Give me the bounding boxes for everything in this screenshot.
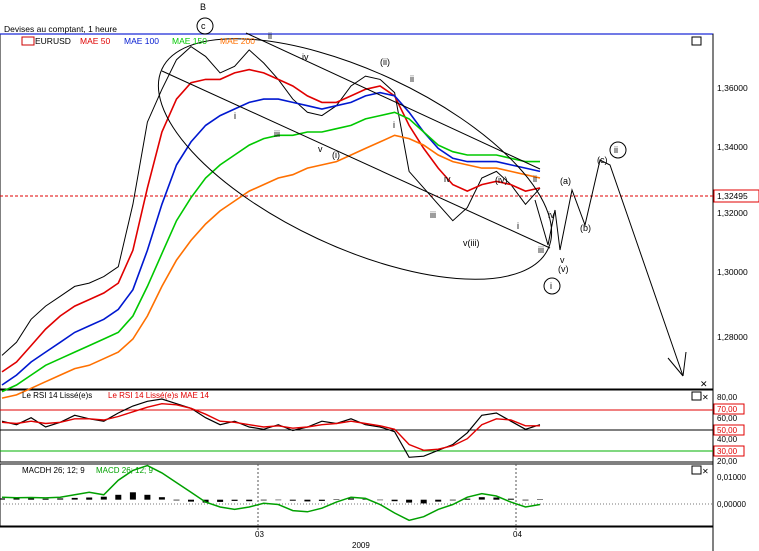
wave-label: ii [533, 174, 537, 184]
wave-label: iv [444, 174, 451, 184]
macd-histogram-bar [522, 499, 529, 501]
legend-macdh: MACDH 26; 12; 9 [22, 466, 85, 475]
wave-label: (b) [580, 223, 591, 233]
macd-histogram-bar [260, 499, 267, 501]
price-panel-frame [0, 33, 714, 390]
wave-label: B [200, 2, 206, 12]
rsi-maximize-icon[interactable] [691, 391, 702, 401]
wave-label: (v) [558, 264, 569, 274]
macd-histogram-bar [115, 494, 122, 500]
macd-histogram-bar [217, 499, 224, 502]
wave-label: ii [410, 74, 414, 84]
rsi-level-30: 30,00 [717, 447, 738, 456]
legend-macd: MACD 26; 12; 9 [96, 466, 153, 475]
macd-histogram-bar [144, 494, 151, 500]
macd-histogram-bar [42, 498, 49, 500]
current-price-label: 1,32495 [717, 191, 748, 201]
price-tick: 1,28000 [717, 332, 748, 342]
wave-label: iv [548, 210, 555, 220]
wave-label: iv [302, 52, 309, 62]
wave-label: (a) [560, 176, 571, 186]
macd-histogram-bar [478, 497, 485, 500]
macd-histogram-bar [0, 498, 5, 500]
x-year: 2009 [352, 541, 370, 550]
wave-label: (c) [597, 155, 608, 165]
price-tick: 1,30000 [717, 267, 748, 277]
macd-histogram-bar [57, 498, 64, 500]
legend-mae200: MAE 200 [220, 36, 255, 46]
wave-label: iii [430, 210, 436, 220]
legend-mae50: MAE 50 [80, 36, 111, 46]
wave-label: i [234, 111, 236, 121]
macd-histogram-bar [537, 499, 543, 500]
legend-mae100: MAE 100 [124, 36, 159, 46]
macd-histogram-bar [100, 496, 107, 500]
rsi-level-50: 50,00 [717, 426, 738, 435]
rsi-tick: 40,00 [717, 435, 738, 444]
macd-histogram-bar [304, 499, 311, 502]
wave-label: (i) [332, 150, 340, 160]
x-tick: 04 [513, 530, 522, 539]
eurusd-chart: B c ii iv (ii) ii i iii v (i) i iv iii v… [0, 2, 759, 551]
wave-label: v [318, 144, 323, 154]
wave-label: v(iii) [463, 238, 480, 248]
price-tick: 1,36000 [717, 83, 748, 93]
macd-histogram-bar [289, 499, 296, 501]
macd-histogram-bar [129, 492, 136, 500]
rsi-tick: 60,00 [717, 414, 738, 423]
macd-histogram-bar [333, 499, 340, 500]
macd-histogram-bar [406, 499, 413, 503]
legend-rsi-mae: Le RSI 14 Lissé(e)s MAE 14 [108, 391, 209, 400]
macd-histogram-bar [71, 497, 78, 500]
macd-histogram-bar [158, 497, 165, 500]
macd-histogram-bar [86, 497, 93, 500]
close-icon[interactable]: ✕ [700, 379, 708, 389]
macd-close-icon[interactable]: ✕ [702, 467, 709, 476]
macd-histogram-bar [28, 498, 35, 500]
macd-histogram-bar [173, 499, 180, 501]
wave-label: (ii) [380, 57, 390, 67]
macd-tick: 0,00000 [717, 500, 746, 509]
price-tick: 1,32000 [717, 208, 748, 218]
wave-label: c [201, 21, 206, 31]
macd-histogram-bar [449, 499, 456, 501]
macd-histogram-bar [377, 499, 384, 501]
wave-label: (iv) [495, 175, 508, 185]
wave-label: iii [274, 129, 280, 139]
legend-eurusd: EURUSD [35, 36, 71, 46]
wave-label: iii [538, 245, 544, 255]
macd-histogram-bar [275, 499, 282, 501]
x-tick: 03 [255, 530, 264, 539]
macd-histogram-bar [231, 499, 238, 501]
macd-histogram-bar [493, 497, 500, 500]
macd-maximize-icon[interactable] [691, 465, 702, 475]
rsi-tick: 80,00 [717, 393, 738, 402]
macd-histogram-bar [435, 499, 442, 502]
legend-rsi: Le RSI 14 Lissé(e)s [22, 391, 92, 400]
rsi-level-70: 70,00 [717, 405, 738, 414]
macd-histogram-bar [318, 499, 325, 501]
wave-label: ii [268, 31, 272, 41]
macd-tick: 0,01000 [717, 473, 746, 482]
panel-maximize-icon[interactable] [691, 36, 702, 46]
wave-label: ii [614, 145, 618, 155]
macd-histogram-bar [391, 499, 398, 502]
macd-histogram-bar [507, 498, 514, 500]
wave-label: i [550, 281, 552, 291]
rsi-close-icon[interactable]: ✕ [702, 393, 709, 402]
macd-histogram-bar [246, 499, 253, 502]
legend-mae150: MAE 150 [172, 36, 207, 46]
price-tick: 1,34000 [717, 142, 748, 152]
wave-label: i [393, 120, 395, 130]
wave-label: i [517, 221, 519, 231]
rsi-tick: 20,00 [717, 457, 738, 466]
macd-histogram-bar [420, 499, 427, 504]
macd-histogram-bar [188, 499, 194, 502]
